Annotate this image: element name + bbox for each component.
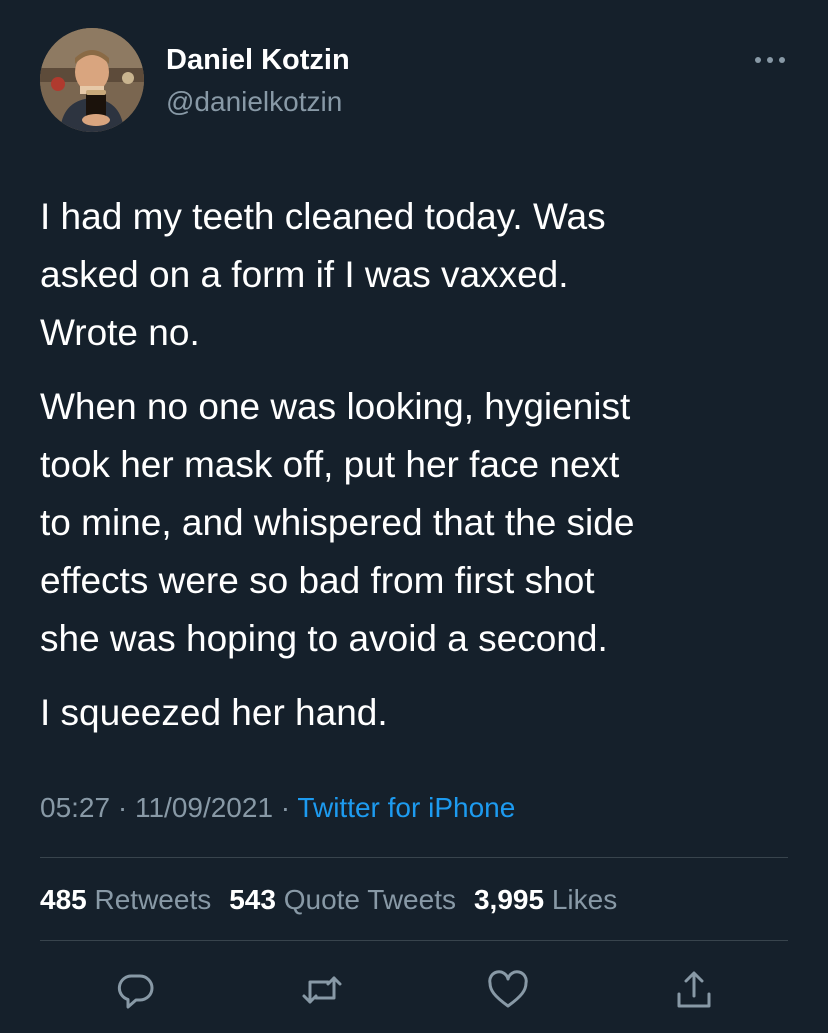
tweet-paragraph: When no one was looking, hygienist took …	[40, 386, 635, 659]
share-icon	[677, 971, 711, 1008]
likes-label: Likes	[551, 884, 618, 915]
reply-icon	[117, 974, 154, 1009]
tweet-time[interactable]: 05:27	[40, 792, 110, 823]
retweet-button[interactable]	[298, 966, 346, 1014]
reply-button[interactable]	[112, 966, 160, 1014]
tweet-date[interactable]: 11/09/2021	[135, 792, 273, 823]
tweet-metadata: 05:27 · 11/09/2021 · Twitter for iPhone	[40, 788, 515, 828]
quote-tweets-label: Quote Tweets	[283, 884, 456, 915]
retweet-icon	[302, 976, 342, 1004]
more-horizontal-icon	[755, 57, 785, 63]
divider	[40, 857, 788, 858]
tweet-paragraph: I had my teeth cleaned today. Was asked …	[40, 196, 606, 353]
share-button[interactable]	[670, 966, 718, 1014]
retweets-label: Retweets	[94, 884, 212, 915]
engagement-stats: 485 Retweets 543 Quote Tweets 3,995 Likes	[40, 880, 617, 920]
action-bar	[0, 962, 828, 1018]
retweets-stat[interactable]: 485 Retweets	[40, 884, 211, 915]
avatar-photo	[40, 28, 144, 132]
tweet: Daniel Kotzin @danielkotzin I had my tee…	[0, 0, 828, 1033]
tweet-source-link[interactable]: Twitter for iPhone	[297, 792, 515, 823]
retweets-count: 485	[40, 884, 87, 915]
likes-count: 3,995	[473, 884, 545, 915]
like-button[interactable]	[484, 966, 532, 1014]
divider	[40, 940, 788, 941]
author-name[interactable]: Daniel Kotzin	[166, 42, 350, 78]
likes-stat[interactable]: 3,995 Likes	[474, 884, 617, 915]
more-options-button[interactable]	[752, 44, 788, 76]
quote-tweets-stat[interactable]: 543 Quote Tweets	[229, 884, 456, 915]
avatar[interactable]	[40, 28, 144, 132]
heart-icon	[488, 970, 528, 1008]
quote-tweets-count: 543	[229, 884, 276, 915]
tweet-text: I had my teeth cleaned today. Was asked …	[40, 188, 800, 758]
author-handle[interactable]: @danielkotzin	[166, 84, 342, 120]
tweet-paragraph: I squeezed her hand.	[40, 692, 388, 733]
meta-separator: ·	[110, 792, 135, 823]
meta-separator: ·	[273, 792, 298, 823]
